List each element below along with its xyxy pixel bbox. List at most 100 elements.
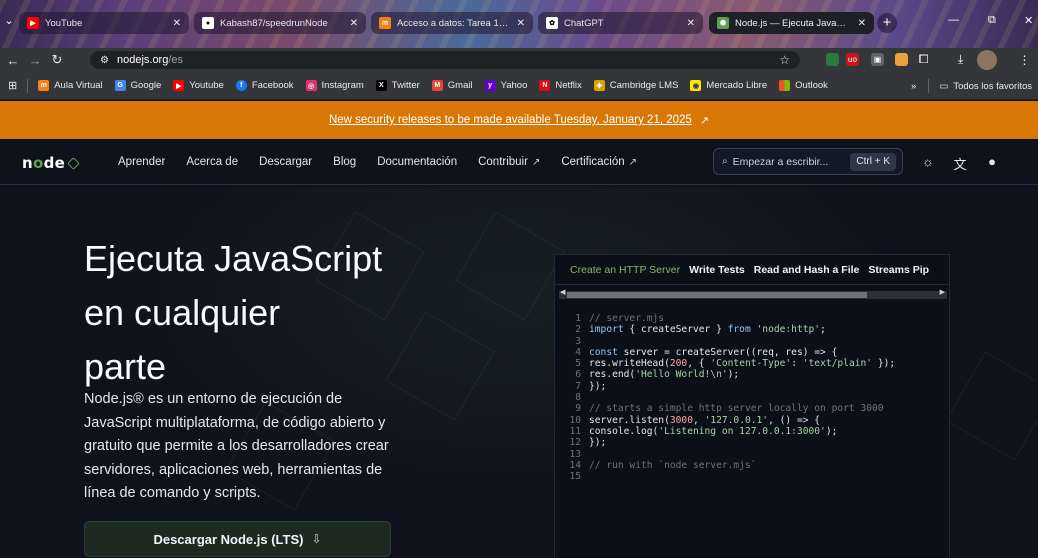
address-bar[interactable]: ⚙ nodejs.org/es ☆ [90,51,800,69]
hero-title: Ejecuta JavaScript en cualquier parte [84,232,444,394]
forward-icon[interactable]: → [24,53,46,68]
search-placeholder: Empezar a escribir... [732,155,829,168]
bookmark-youtube[interactable]: ▶ Youtube [173,80,224,91]
code-text: console.log('Listening on 127.0.0.1:3000… [589,425,838,437]
bookmark-google[interactable]: G Google [114,80,161,91]
profile-avatar[interactable] [977,50,997,70]
tab-nodejs[interactable]: ⬢ Node.js — Ejecuta JavaScrip ✕ [709,12,874,34]
scroll-left-arrow-icon[interactable]: ◀ [560,288,565,296]
moodle-icon: m [38,80,50,91]
cambridge-icon: ✚ [593,80,605,91]
nav-blog[interactable]: Blog [333,156,356,168]
close-icon[interactable]: ✕ [687,18,695,29]
gmail-icon: M [431,80,443,91]
window-close-icon[interactable]: ✕ [1024,14,1033,27]
restore-icon[interactable]: ⧉ [988,14,996,27]
extension-green-icon[interactable] [826,53,839,66]
bookmark-gmail[interactable]: M Gmail [431,80,473,91]
tab-search-chevron-icon[interactable]: ⌄ [2,12,16,30]
logo-hexagon-icon [67,156,80,170]
language-icon[interactable]: 文 [952,154,968,173]
code-tab-http-server[interactable]: Create an HTTP Server [570,255,681,284]
bookmark-facebook[interactable]: f Facebook [235,80,294,91]
line-number: 14 [569,459,581,471]
code-line: 12}); [565,437,945,448]
theme-toggle-sun-icon[interactable]: ☼ [920,154,936,169]
site-navbar: node Aprender Acerca de Descargar Blog D… [0,139,1038,185]
reload-icon[interactable]: ↻ [46,52,68,68]
download-lts-button[interactable]: Descargar Node.js (LTS) ⇩ [84,521,391,557]
download-icon[interactable]: ⤓ [954,52,967,66]
line-number: 15 [569,471,581,483]
line-number: 3 [575,335,581,347]
github-icon[interactable]: ● [984,154,1000,169]
nav-certificacion[interactable]: Certificación ↗ [561,156,637,168]
scrollbar-thumb[interactable] [567,292,867,298]
scroll-right-arrow-icon[interactable]: ▶ [940,288,945,296]
bookmark-aula-virtual[interactable]: m Aula Virtual [38,80,103,91]
nav-descargar[interactable]: Descargar [259,156,312,168]
all-bookmarks-link[interactable]: Todos los favoritos [953,81,1032,92]
bookmark-twitter[interactable]: X Twitter [375,80,420,91]
code-line: 2 import { createServer } from 'node:http… [565,324,945,335]
google-icon: G [114,80,126,91]
tab-chatgpt[interactable]: ✿ ChatGPT ✕ [538,12,703,34]
browser-menu-icon[interactable]: ⋮ [1018,53,1031,67]
line-number: 10 [569,414,581,426]
code-tab-write-tests[interactable]: Write Tests [689,255,745,284]
security-release-link[interactable]: New security releases to be made availab… [329,114,692,126]
nodejs-logo[interactable]: node [22,154,80,172]
close-icon[interactable]: ✕ [517,18,525,29]
bookmark-outlook[interactable]: Outlook [779,80,828,91]
extensions-puzzle-icon[interactable]: ⧠ [917,52,930,66]
bookmark-cambridge[interactable]: ✚ Cambridge LMS [593,80,679,91]
browser-toolbar: ← → ↻ ⚙ nodejs.org/es ☆ uo ▣ ⧠ ⤓ ⋮ [0,48,1038,72]
hero-title-line: parte [84,346,167,387]
close-icon[interactable]: ✕ [858,18,866,29]
site-search-input[interactable]: ⌕ Empezar a escribir... Ctrl + K [713,148,903,175]
tab-moodle[interactable]: m Acceso a datos: Tarea 1. Co ✕ [371,12,533,34]
code-text: res.writeHead(200, { 'Content-Type': 'te… [589,358,896,370]
close-icon[interactable]: ✕ [350,18,358,29]
bookmark-star-icon[interactable]: ☆ [779,53,790,67]
bookmarks-overflow-button[interactable]: » [911,81,916,92]
bookmark-mercado-libre[interactable]: ◉ Mercado Libre [690,80,767,91]
bookmark-yahoo[interactable]: y Yahoo [484,80,527,91]
code-tab-read-hash[interactable]: Read and Hash a File [754,255,860,284]
line-number: 13 [569,448,581,460]
bookmark-netflix[interactable]: N Netflix [539,80,582,91]
code-line: 7}); [565,381,945,392]
back-icon[interactable]: ← [2,53,24,68]
minimize-icon[interactable]: — [948,14,959,26]
code-tabs-scrollbar[interactable]: ◀ ▶ [559,288,947,299]
code-text: const server = createServer((req, res) =… [589,346,838,358]
tab-github[interactable]: ● Kabash87/speedrunNode ✕ [194,12,366,34]
line-number: 2 [575,324,581,336]
ublock-icon[interactable]: uo [846,53,859,66]
code-tab-streams[interactable]: Streams Pip [868,255,929,284]
external-link-icon: ↗ [699,114,710,127]
bookmark-label: Gmail [447,80,473,91]
youtube-icon: ▶ [27,17,39,29]
bookmark-instagram[interactable]: ◎ Instagram [305,80,364,91]
code-text: import { createServer } from 'node:http'… [589,324,826,336]
bookmarks-bar: ⊞ m Aula Virtual G Google ▶ Youtube f Facebo… [0,72,1038,100]
apps-grid-icon[interactable]: ⊞ [8,79,17,92]
nav-documentacion[interactable]: Documentación [377,156,457,168]
bookmark-label: Cambridge LMS [609,80,679,91]
nav-aprender[interactable]: Aprender [118,156,165,168]
new-tab-button[interactable]: + [877,13,897,33]
line-number: 1 [575,313,581,324]
site-settings-icon[interactable]: ⚙ [100,55,109,66]
tab-youtube[interactable]: ▶ YouTube ✕ [19,12,189,34]
nav-acerca-de[interactable]: Acerca de [186,156,238,168]
extension-orange-icon[interactable] [895,53,908,66]
close-icon[interactable]: ✕ [173,18,181,29]
extension-box-icon[interactable]: ▣ [871,53,884,66]
url-path: /es [168,54,184,66]
folder-icon: ▭ [939,80,949,92]
youtube-icon: ▶ [173,80,185,91]
code-text: }); [589,437,607,449]
nav-contribuir[interactable]: Contribuir ↗ [478,156,540,168]
line-number: 9 [575,403,581,415]
